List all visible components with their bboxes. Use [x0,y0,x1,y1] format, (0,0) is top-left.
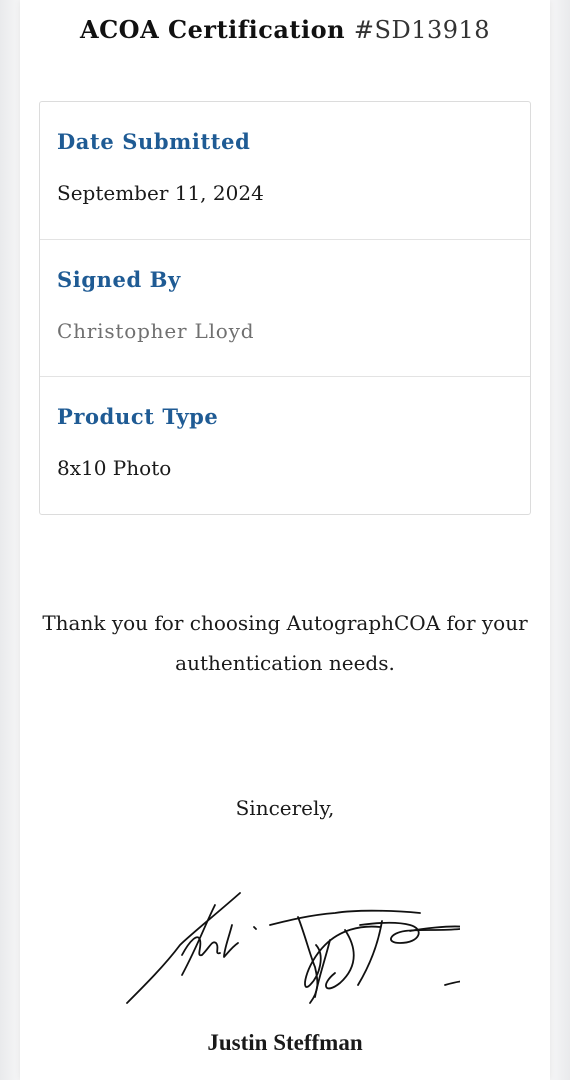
page-background-left [0,0,20,1080]
details-card: Date Submitted September 11, 2024 Signed… [39,101,531,515]
detail-row-date-submitted: Date Submitted September 11, 2024 [40,102,530,239]
detail-row-product-type: Product Type 8x10 Photo [40,376,530,514]
signer-name: Justin Steffman [207,1030,363,1055]
detail-value: September 11, 2024 [57,181,264,205]
detail-row-signed-by: Signed By Christopher Lloyd [40,239,530,376]
certificate-title: ACOA Certification #SD13918 [20,15,550,44]
detail-label: Product Type [57,404,219,429]
thank-you-message: Thank you for choosing AutographCOA for … [42,611,528,675]
certificate-sheet: ACOA Certification #SD13918 Date Submitt… [20,0,550,1080]
detail-value: Christopher Lloyd [57,319,255,343]
page-background-right [550,0,570,1080]
detail-label: Signed By [57,267,181,292]
certificate-title-prefix: ACOA Certification [79,15,346,44]
sincerely-text: Sincerely, [235,796,335,820]
detail-value: 8x10 Photo [57,456,172,480]
detail-label: Date Submitted [57,129,251,154]
certificate-number: #SD13918 [353,16,491,44]
handwritten-signature [126,892,460,1004]
